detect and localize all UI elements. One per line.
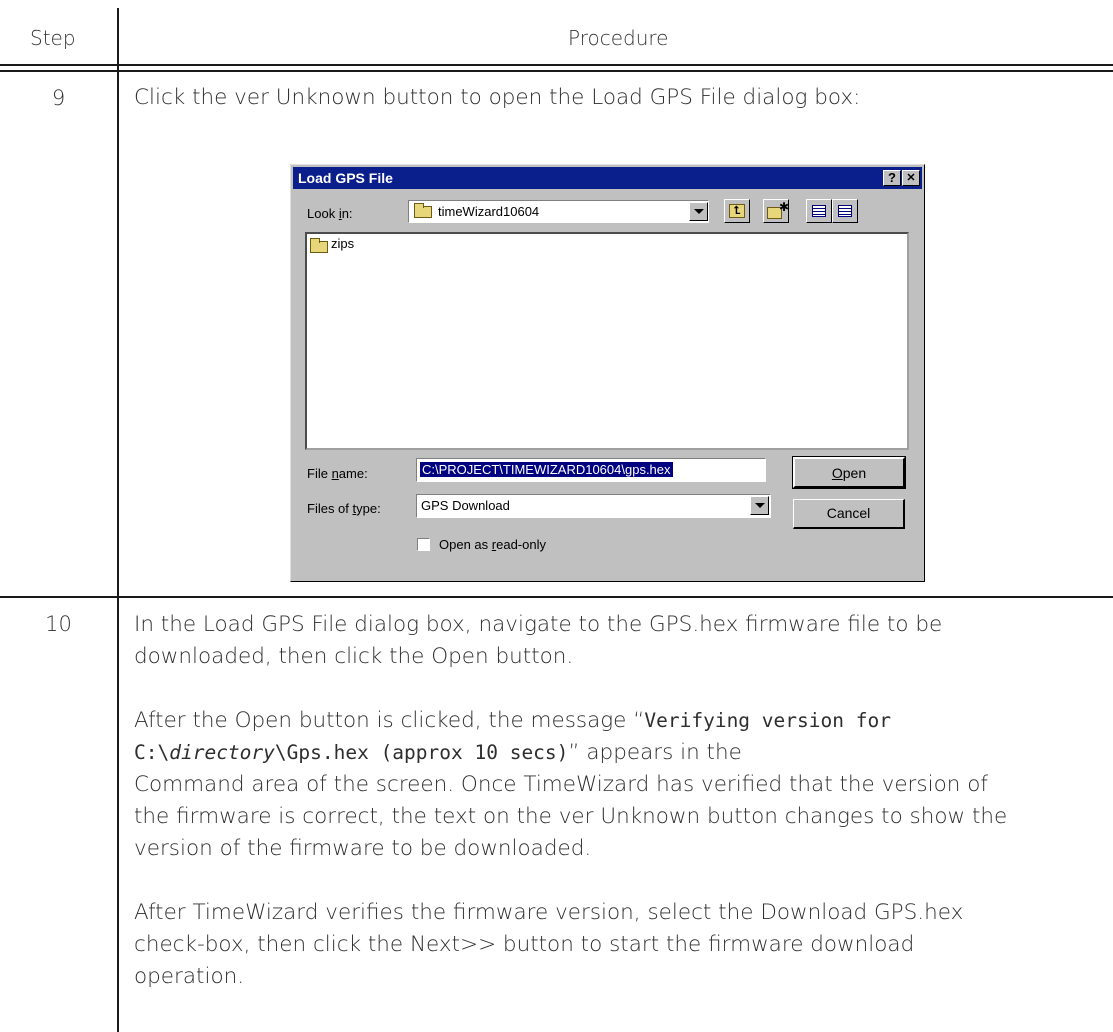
step-number-10: 10 (45, 612, 72, 636)
file-name-value: C:\PROJECT\TIMEWIZARD10604\gps.hex (420, 462, 673, 477)
readonly-label: Open as read-only (439, 537, 546, 552)
look-in-combobox[interactable]: timeWizard10604 (408, 200, 709, 223)
up-one-level-button[interactable]: ⮤ (724, 199, 750, 223)
close-button[interactable]: ✕ (902, 170, 920, 186)
message-text-c: \Gps.hex (approx 10 secs) (274, 741, 569, 764)
p2-line4: the firmware is correct, the text on the… (134, 804, 1008, 829)
step-number-9: 9 (51, 86, 66, 110)
help-button[interactable]: ? (883, 170, 901, 186)
p2-line1-text: After the Open button is clicked, the me… (134, 708, 645, 733)
details-view-icon (838, 205, 852, 217)
message-text-directory: directory (169, 741, 275, 764)
header-step: Step (30, 26, 76, 50)
row-separator (0, 596, 1113, 598)
p3-line2: check-box, then click the Next>> button … (134, 932, 915, 957)
p2-line2: C:\directory\Gps.hex (approx 10 secs)” a… (134, 737, 1007, 769)
look-in-value: timeWizard10604 (438, 204, 540, 219)
files-of-type-value: GPS Download (421, 498, 510, 513)
p2-line2-text: ” appears in the (568, 740, 742, 765)
p3-line3: operation. (134, 964, 245, 989)
header-rule-bottom (0, 70, 1113, 72)
look-in-label: Look in: (307, 206, 353, 221)
file-list[interactable]: zips (305, 232, 909, 450)
folder-open-icon (414, 203, 432, 218)
list-view-button[interactable] (806, 199, 832, 223)
folder-icon (310, 238, 328, 253)
column-divider-lower (117, 598, 119, 1032)
p2-line5: version of the firmware to be downloaded… (134, 836, 592, 861)
load-gps-file-dialog: Load GPS File ? ✕ Look in: timeWizard106… (290, 164, 925, 582)
cancel-button[interactable]: Cancel (793, 499, 905, 529)
step-10-text: In the Load GPS File dialog box, navigat… (134, 609, 1007, 993)
header-rule-top (0, 64, 1113, 66)
message-text-a: Verifying version for (644, 709, 891, 732)
file-name-label: File name: (307, 466, 368, 481)
dialog-titlebar: Load GPS File ? ✕ (293, 167, 922, 189)
readonly-checkbox[interactable] (417, 538, 430, 551)
list-view-icon (812, 205, 826, 217)
look-in-dropdown-button[interactable] (689, 202, 708, 221)
files-of-type-label: Files of type: (307, 501, 381, 516)
up-folder-icon: ⮤ (729, 204, 745, 218)
step-9-text: Click the ver Unknown button to open the… (134, 85, 861, 110)
p2-line1: After the Open button is clicked, the me… (134, 705, 1007, 737)
p1-line2: downloaded, then click the Open button. (134, 644, 574, 669)
sparkle-icon: ✱ (779, 200, 790, 214)
p1-line1: In the Load GPS File dialog box, navigat… (134, 612, 943, 637)
header-procedure: Procedure (568, 26, 669, 50)
create-new-folder-button[interactable]: ✱ (763, 199, 789, 223)
files-of-type-combobox[interactable]: GPS Download (416, 494, 771, 518)
dialog-title: Load GPS File (298, 170, 393, 186)
open-button[interactable]: Open (792, 456, 906, 489)
folder-item-zips[interactable]: zips (331, 236, 354, 251)
column-divider-upper (117, 8, 119, 596)
p2-line3: Command area of the screen. Once TimeWiz… (134, 772, 988, 797)
file-name-input[interactable]: C:\PROJECT\TIMEWIZARD10604\gps.hex (416, 458, 766, 482)
p3-line1: After TimeWizard verifies the firmware v… (134, 900, 964, 925)
details-view-button[interactable] (832, 199, 858, 223)
message-text-b: C:\ (134, 741, 170, 764)
files-of-type-dropdown-button[interactable] (750, 496, 769, 515)
